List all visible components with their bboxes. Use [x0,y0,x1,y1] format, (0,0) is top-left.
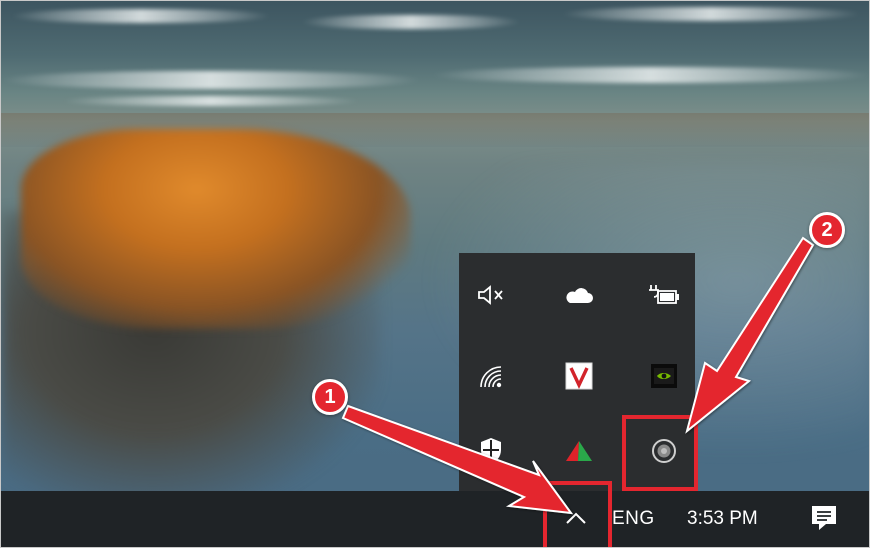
callout-badge-2: 2 [809,212,845,248]
screenshot-frame: ENG 3:53 PM 1 2 [0,0,870,548]
callout-badge-1: 1 [312,379,348,415]
arrow-1 [341,404,574,515]
arrow-2 [685,236,815,434]
callout-arrows [341,236,815,515]
